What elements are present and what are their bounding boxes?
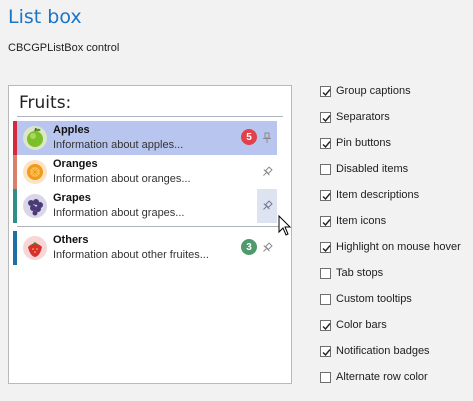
list-item-others[interactable]: Others Information about other fruites..…	[13, 231, 277, 265]
option-label: Custom tooltips	[336, 293, 412, 305]
list-item-grapes[interactable]: Grapes Information about grapes...	[13, 189, 277, 223]
checkbox[interactable]	[320, 371, 331, 383]
checkbox[interactable]	[320, 215, 331, 227]
checkbox[interactable]	[320, 241, 331, 253]
pin-icon[interactable]	[257, 189, 277, 223]
notification-badge: 3	[241, 239, 257, 255]
option-label: Disabled items	[336, 163, 409, 175]
checkbox[interactable]	[320, 267, 331, 279]
option-label: Item icons	[336, 215, 387, 227]
grapes-icon	[23, 194, 47, 218]
option-color-bars[interactable]: Color bars	[320, 318, 470, 332]
notification-badge: 5	[241, 129, 257, 145]
option-label: Notification badges	[336, 345, 430, 357]
checkbox[interactable]	[320, 319, 331, 331]
separator-line	[17, 226, 283, 227]
option-group-captions[interactable]: Group captions	[320, 84, 470, 98]
option-notification-badges[interactable]: Notification badges	[320, 344, 470, 358]
item-description: Information about apples...	[53, 139, 184, 151]
item-description: Information about grapes...	[53, 207, 185, 219]
item-description: Information about other fruites...	[53, 249, 209, 261]
apple-icon	[23, 126, 47, 150]
option-tab-stops[interactable]: Tab stops	[320, 266, 470, 280]
item-description: Information about oranges...	[53, 173, 191, 185]
item-name: Grapes	[53, 192, 91, 204]
option-label: Tab stops	[336, 267, 384, 279]
checkbox[interactable]	[320, 293, 331, 305]
option-label: Separators	[336, 111, 390, 123]
mouse-cursor-icon	[278, 214, 292, 240]
page-title: List box	[8, 6, 82, 28]
option-item-descriptions[interactable]: Item descriptions	[320, 188, 470, 202]
strawberry-icon	[23, 236, 47, 260]
option-pin-buttons[interactable]: Pin buttons	[320, 136, 470, 150]
list-item-oranges[interactable]: Oranges Information about oranges...	[13, 155, 277, 189]
option-label: Highlight on mouse hover	[336, 241, 461, 253]
checkbox[interactable]	[320, 345, 331, 357]
option-separators[interactable]: Separators	[320, 110, 470, 124]
option-item-icons[interactable]: Item icons	[320, 214, 470, 228]
color-bar	[13, 231, 17, 265]
page-subtitle: CBCGPListBox control	[8, 42, 120, 54]
item-name: Apples	[53, 124, 90, 136]
option-disabled-items[interactable]: Disabled items	[320, 162, 470, 176]
option-highlight-hover[interactable]: Highlight on mouse hover	[320, 240, 470, 254]
group-caption: Fruits:	[19, 93, 72, 113]
option-alternate-row-color[interactable]: Alternate row color	[320, 370, 470, 384]
pin-icon[interactable]	[257, 121, 277, 155]
option-label: Color bars	[336, 319, 387, 331]
group-caption-divider	[17, 116, 283, 117]
fruits-listbox[interactable]: Fruits: Apples Information about apples.…	[8, 85, 292, 384]
option-label: Group captions	[336, 85, 411, 97]
item-name: Oranges	[53, 158, 98, 170]
color-bar	[13, 189, 17, 223]
pin-icon[interactable]	[257, 231, 277, 265]
option-custom-tooltips[interactable]: Custom tooltips	[320, 292, 470, 306]
list-item-apples[interactable]: Apples Information about apples... 5	[13, 121, 277, 155]
pin-icon[interactable]	[257, 155, 277, 189]
checkbox[interactable]	[320, 111, 331, 123]
item-name: Others	[53, 234, 89, 246]
option-label: Alternate row color	[336, 371, 428, 383]
checkbox[interactable]	[320, 137, 331, 149]
option-label: Pin buttons	[336, 137, 392, 149]
color-bar	[13, 155, 17, 189]
checkbox[interactable]	[320, 163, 331, 175]
orange-icon	[23, 160, 47, 184]
color-bar	[13, 121, 17, 155]
option-label: Item descriptions	[336, 189, 420, 201]
checkbox[interactable]	[320, 85, 331, 97]
checkbox[interactable]	[320, 189, 331, 201]
